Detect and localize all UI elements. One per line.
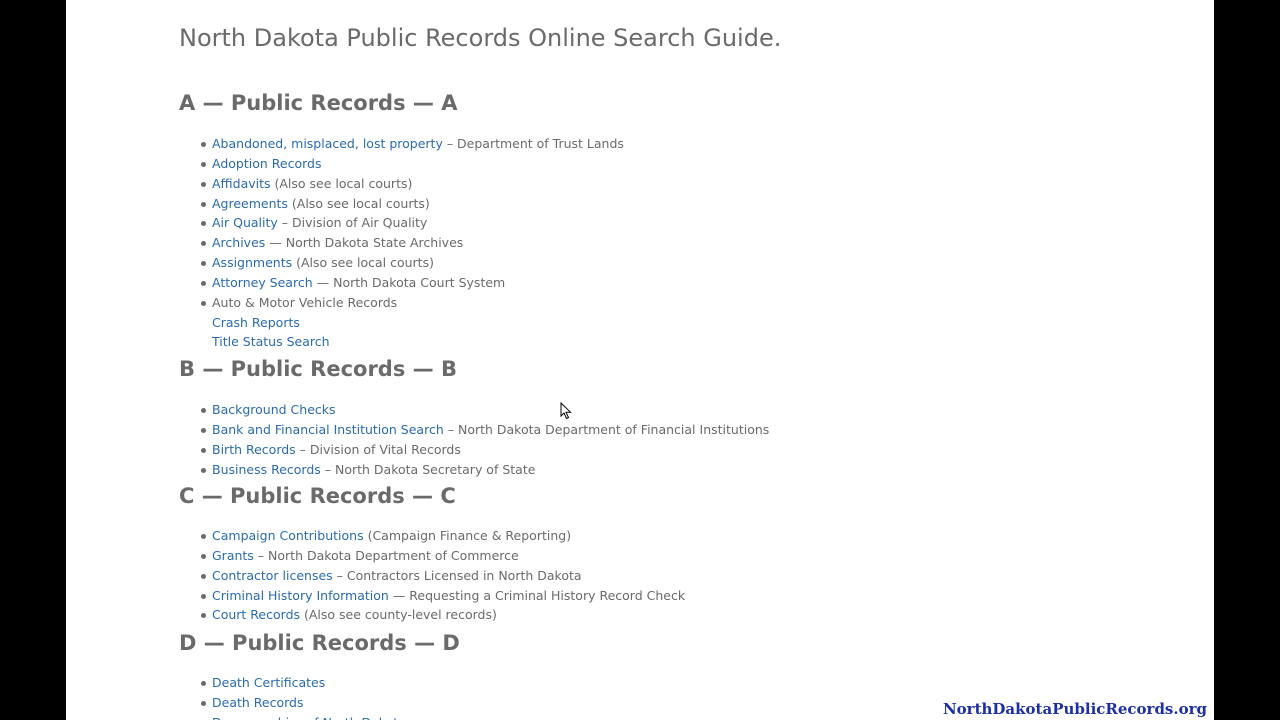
record-description: (Also see local courts) <box>292 255 434 271</box>
list-item: Criminal History Information — Requestin… <box>179 586 685 606</box>
section-heading-c: C — Public Records — C <box>179 484 456 508</box>
record-description: – Contractors Licensed in North Dakota <box>332 567 582 583</box>
list-item: Background Checks <box>179 400 769 420</box>
section-heading-b: B — Public Records — B <box>179 357 457 381</box>
site-watermark: NorthDakotaPublicRecords.org <box>942 700 1207 718</box>
list-item: Campaign Contributions (Campaign Finance… <box>179 526 685 546</box>
list-item: Death Records <box>179 693 406 713</box>
record-link[interactable]: Assignments <box>212 255 292 270</box>
record-description: (Also see county-level records) <box>300 607 497 623</box>
record-description: — Requesting a Criminal History Record C… <box>388 587 686 603</box>
record-description: – Department of Trust Lands <box>442 136 624 151</box>
list-item: Assignments (Also see local courts) <box>179 253 624 273</box>
list-item: Affidavits (Also see local courts) <box>179 174 624 194</box>
record-link[interactable]: Campaign Contributions <box>212 528 364 543</box>
list-item: Grants – North Dakota Department of Comm… <box>179 546 685 566</box>
record-description: – Division of Air Quality <box>277 215 428 231</box>
record-list-d: Death Certificates Death Records Demograph… <box>179 673 406 720</box>
record-link[interactable]: Agreements <box>212 196 288 211</box>
record-link[interactable]: Abandoned, misplaced, lost property <box>212 136 443 151</box>
record-link[interactable]: Contractor licenses <box>212 568 333 583</box>
record-link[interactable]: Grants <box>212 548 254 563</box>
record-link[interactable]: Birth Records <box>212 442 296 457</box>
list-item: Business Records – North Dakota Secretar… <box>179 460 769 480</box>
record-list-b: Background Checks Bank and Financial Inst… <box>179 400 769 479</box>
section-heading-d: D — Public Records — D <box>179 631 460 655</box>
record-description: (Also see local courts) <box>287 195 430 211</box>
record-link[interactable]: Background Checks <box>212 402 336 417</box>
record-link[interactable]: Death Records <box>212 695 303 710</box>
record-link[interactable]: Demographics of North Dakota <box>212 715 406 720</box>
list-item: Bank and Financial Institution Search – … <box>179 420 769 440</box>
list-item: Adoption Records <box>179 154 624 174</box>
record-link[interactable]: Bank and Financial Institution Search <box>212 422 444 437</box>
record-link[interactable]: Adoption Records <box>212 156 321 171</box>
record-list-c: Campaign Contributions (Campaign Finance… <box>179 526 685 625</box>
record-description: (Campaign Finance & Reporting) <box>363 528 572 543</box>
section-heading-a: A — Public Records — A <box>179 91 458 115</box>
record-link[interactable]: Death Certificates <box>212 675 325 690</box>
record-link[interactable]: Court Records <box>212 607 300 622</box>
list-item: Agreements (Also see local courts) <box>179 194 624 214</box>
list-item: Attorney Search — North Dakota Court Sys… <box>179 273 624 293</box>
list-item: Birth Records – Division of Vital Record… <box>179 440 769 460</box>
record-link[interactable]: Affidavits <box>212 176 271 191</box>
page-title: North Dakota Public Records Online Searc… <box>179 24 782 52</box>
record-link[interactable]: Attorney Search <box>212 275 313 290</box>
record-list-a: Abandoned, misplaced, lost property – De… <box>179 134 624 352</box>
record-description: — North Dakota State Archives <box>265 235 464 251</box>
record-link[interactable]: Archives <box>212 235 265 250</box>
record-description: Auto & Motor Vehicle Records <box>212 294 398 310</box>
record-description: – North Dakota Secretary of State <box>320 461 536 477</box>
list-item: Crash Reports <box>179 313 624 333</box>
list-item: Contractor licenses – Contractors Licens… <box>179 566 685 586</box>
record-link[interactable]: Title Status Search <box>212 334 330 349</box>
record-description: – North Dakota Department of Commerce <box>253 547 519 563</box>
list-item: Abandoned, misplaced, lost property – De… <box>179 134 624 154</box>
list-item: Title Status Search <box>179 332 624 352</box>
record-description: — North Dakota Court System <box>312 274 506 290</box>
list-item: Court Records (Also see county-level rec… <box>179 605 685 625</box>
list-item: Archives — North Dakota State Archives <box>179 233 624 253</box>
record-description: – Division of Vital Records <box>295 441 461 457</box>
record-link[interactable]: Crash Reports <box>212 315 300 330</box>
mouse-pointer-icon <box>560 402 572 420</box>
list-item: Death Certificates <box>179 673 406 693</box>
record-link[interactable]: Business Records <box>212 462 321 477</box>
list-item: Demographics of North Dakota <box>179 713 406 720</box>
list-item: Air Quality – Division of Air Quality <box>179 213 624 233</box>
record-description: (Also see local courts) <box>270 175 413 191</box>
record-link[interactable]: Criminal History Information <box>212 588 389 603</box>
page: North Dakota Public Records Online Searc… <box>66 0 1214 720</box>
record-link[interactable]: Air Quality <box>212 215 278 230</box>
record-description: – North Dakota Department of Financial I… <box>443 421 770 437</box>
list-item: Auto & Motor Vehicle Records <box>179 293 624 313</box>
